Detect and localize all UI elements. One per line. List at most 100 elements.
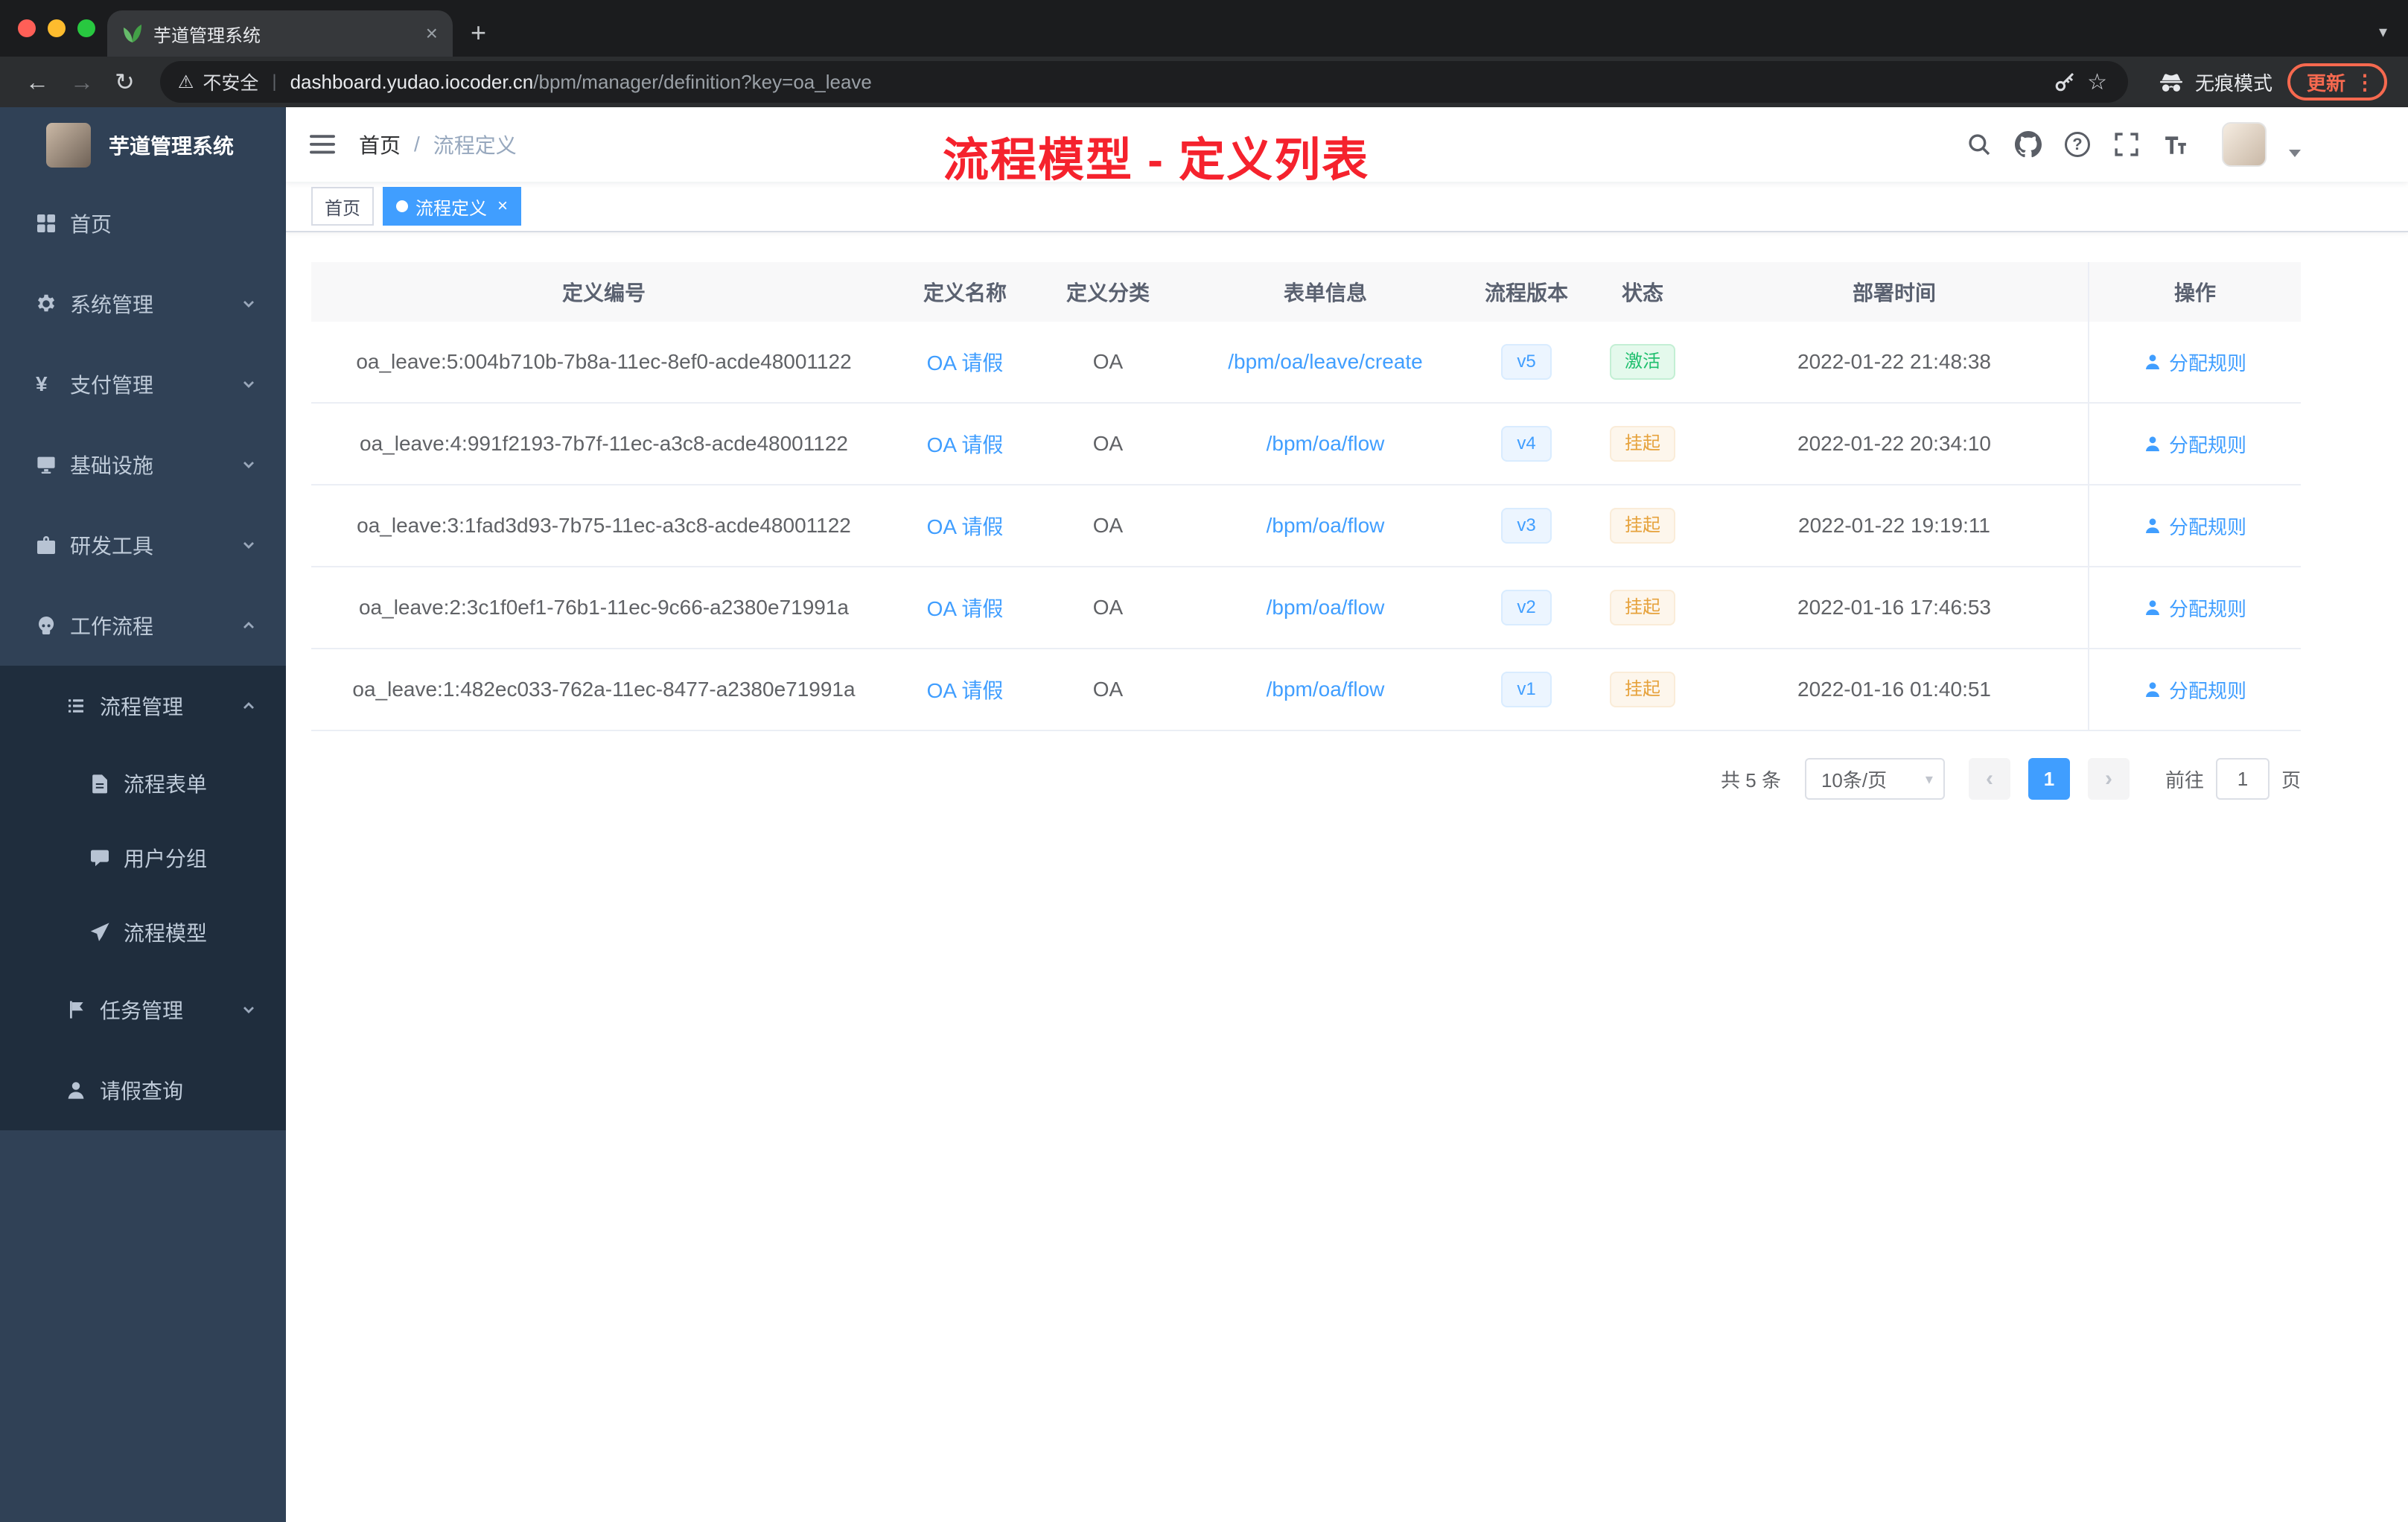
process-model-icon xyxy=(89,922,110,943)
assign-rule-link[interactable]: 分配规则 xyxy=(2144,348,2246,376)
font-size-icon[interactable] xyxy=(2158,127,2194,162)
form-info-link[interactable]: /bpm/oa/flow xyxy=(1267,678,1385,701)
form-info-link[interactable]: /bpm/oa/flow xyxy=(1267,432,1385,455)
col-header-form: 表单信息 xyxy=(1283,281,1367,305)
window-zoom-button[interactable] xyxy=(77,19,95,37)
definition-name-link[interactable]: OA 请假 xyxy=(927,597,1004,620)
chevron-down-icon xyxy=(241,1002,256,1017)
gear-icon xyxy=(36,293,57,314)
sidebar-item-process-model[interactable]: 流程模型 xyxy=(0,895,286,969)
col-header-actions: 操作 xyxy=(2088,262,2301,322)
definition-name-link[interactable]: OA 请假 xyxy=(927,351,1004,375)
prev-page-button[interactable]: ‹ xyxy=(1968,758,2010,800)
next-page-button[interactable]: › xyxy=(2087,758,2130,800)
tab-favicon-icon xyxy=(122,23,143,44)
address-bar[interactable]: ⚠ 不安全 | dashboard.yudao.iocoder.cn/bpm/m… xyxy=(159,61,2128,103)
cell-definition-id: oa_leave:4:991f2193-7b7f-11ec-a3c8-acde4… xyxy=(360,432,848,455)
sidebar-logo[interactable]: 芋道管理系统 xyxy=(0,107,286,183)
table-row: oa_leave:1:482ec033-762a-11ec-8477-a2380… xyxy=(311,649,2301,731)
fullscreen-icon[interactable] xyxy=(2109,127,2144,162)
assign-rule-link[interactable]: 分配规则 xyxy=(2144,512,2246,540)
assign-rule-link[interactable]: 分配规则 xyxy=(2144,676,2246,704)
user-group-icon xyxy=(89,847,110,868)
status-badge: 激活 xyxy=(1610,344,1675,380)
security-label: 不安全 xyxy=(203,73,259,94)
password-key-icon[interactable] xyxy=(2054,71,2075,92)
breadcrumb-home[interactable]: 首页 xyxy=(359,130,401,159)
tab-close-icon[interactable]: × xyxy=(426,23,438,44)
pagination-jumper: 前往 页 xyxy=(2165,758,2301,800)
active-tag-dot xyxy=(396,200,408,212)
tag-process-definition[interactable]: 流程定义 × xyxy=(383,187,522,226)
definition-name-link[interactable]: OA 请假 xyxy=(927,433,1004,456)
page-suffix-label: 页 xyxy=(2281,768,2301,792)
user-icon xyxy=(66,1080,86,1101)
user-avatar[interactable] xyxy=(2222,122,2267,167)
sidebar-item-leave-query[interactable]: 请假查询 xyxy=(0,1050,286,1130)
sidebar-item-workflow[interactable]: 工作流程 xyxy=(0,585,286,666)
page-number-button[interactable]: 1 xyxy=(2028,758,2070,800)
form-info-link[interactable]: /bpm/oa/leave/create xyxy=(1228,350,1423,373)
sidebar-item-devtools[interactable]: 研发工具 xyxy=(0,505,286,585)
version-badge: v3 xyxy=(1501,508,1552,544)
definition-name-link[interactable]: OA 请假 xyxy=(927,515,1004,538)
window-minimize-button[interactable] xyxy=(48,19,66,37)
form-info-link[interactable]: /bpm/oa/flow xyxy=(1267,514,1385,537)
sidebar-item-task-manage[interactable]: 任务管理 xyxy=(0,969,286,1050)
sidebar-item-label: 研发工具 xyxy=(70,535,154,558)
tag-label: 流程定义 xyxy=(415,198,487,219)
sidebar-item-user-group[interactable]: 用户分组 xyxy=(0,821,286,895)
sidebar-item-system[interactable]: 系统管理 xyxy=(0,264,286,344)
definition-name-link[interactable]: OA 请假 xyxy=(927,679,1004,702)
url-separator: | xyxy=(272,71,277,92)
tag-home[interactable]: 首页 xyxy=(311,187,374,226)
select-caret-icon: ▾ xyxy=(1925,771,1933,788)
assign-rule-link[interactable]: 分配规则 xyxy=(2144,594,2246,622)
url-text[interactable]: dashboard.yudao.iocoder.cn/bpm/manager/d… xyxy=(290,71,2042,94)
incognito-label: 无痕模式 xyxy=(2194,71,2272,95)
task-icon xyxy=(66,999,86,1020)
cell-definition-id: oa_leave:1:482ec033-762a-11ec-8477-a2380… xyxy=(352,678,856,701)
sidebar-item-process-form[interactable]: 流程表单 xyxy=(0,746,286,821)
sidebar-item-payment[interactable]: ¥ 支付管理 xyxy=(0,344,286,424)
process-manage-icon xyxy=(66,695,86,716)
page-size-select[interactable]: 10条/页 ▾ xyxy=(1804,758,1945,800)
sidebar-item-home[interactable]: 首页 xyxy=(0,183,286,264)
avatar-caret-icon[interactable] xyxy=(2289,150,2301,157)
not-secure-warning-icon[interactable]: ⚠ xyxy=(178,71,194,93)
search-icon[interactable] xyxy=(1961,127,1997,162)
app-root: 芋道管理系统 首页 系统管理 ¥ 支付管理 基础设施 研发工具 工作流程 流程管… xyxy=(0,107,2408,1522)
goto-page-input[interactable] xyxy=(2215,758,2270,800)
status-badge: 挂起 xyxy=(1610,508,1675,544)
tag-close-icon[interactable]: × xyxy=(497,197,508,215)
chevron-down-icon xyxy=(241,296,256,311)
tag-label: 首页 xyxy=(325,198,360,219)
sidebar-item-label: 系统管理 xyxy=(70,293,154,316)
devtools-icon xyxy=(36,535,57,555)
reload-button[interactable]: ↻ xyxy=(115,70,135,94)
window-close-button[interactable] xyxy=(18,19,36,37)
browser-menu-icon[interactable]: ⋮ xyxy=(2354,70,2375,95)
bookmark-star-icon[interactable]: ☆ xyxy=(2087,69,2107,95)
update-button[interactable]: 更新 ⋮ xyxy=(2287,63,2387,101)
form-info-link[interactable]: /bpm/oa/flow xyxy=(1267,596,1385,619)
sidebar-item-label: 任务管理 xyxy=(100,999,184,1022)
status-badge: 挂起 xyxy=(1610,672,1675,707)
back-button[interactable]: ← xyxy=(25,70,49,94)
browser-tab[interactable]: 芋道管理系统 × xyxy=(107,10,453,57)
pagination-total: 共 5 条 xyxy=(1721,768,1781,792)
help-icon[interactable]: ? xyxy=(2060,127,2095,162)
version-badge: v2 xyxy=(1501,590,1552,625)
tab-search-chevron-icon[interactable]: ▾ xyxy=(2379,22,2387,42)
table-header-row: 定义编号 定义名称 定义分类 表单信息 流程版本 状态 部署时间 操作 xyxy=(311,262,2301,322)
new-tab-button[interactable]: + xyxy=(471,19,486,46)
forward-button[interactable]: → xyxy=(70,70,94,94)
col-header-time: 部署时间 xyxy=(1852,281,1936,305)
sidebar-item-process-manage[interactable]: 流程管理 xyxy=(0,666,286,746)
assign-rule-link[interactable]: 分配规则 xyxy=(2144,430,2246,458)
github-icon[interactable] xyxy=(2010,127,2046,162)
hamburger-icon[interactable] xyxy=(310,133,335,156)
tags-view-bar: 首页 流程定义 × xyxy=(286,182,2408,232)
sidebar-item-infrastructure[interactable]: 基础设施 xyxy=(0,424,286,505)
table-row: oa_leave:2:3c1f0ef1-76b1-11ec-9c66-a2380… xyxy=(311,567,2301,649)
